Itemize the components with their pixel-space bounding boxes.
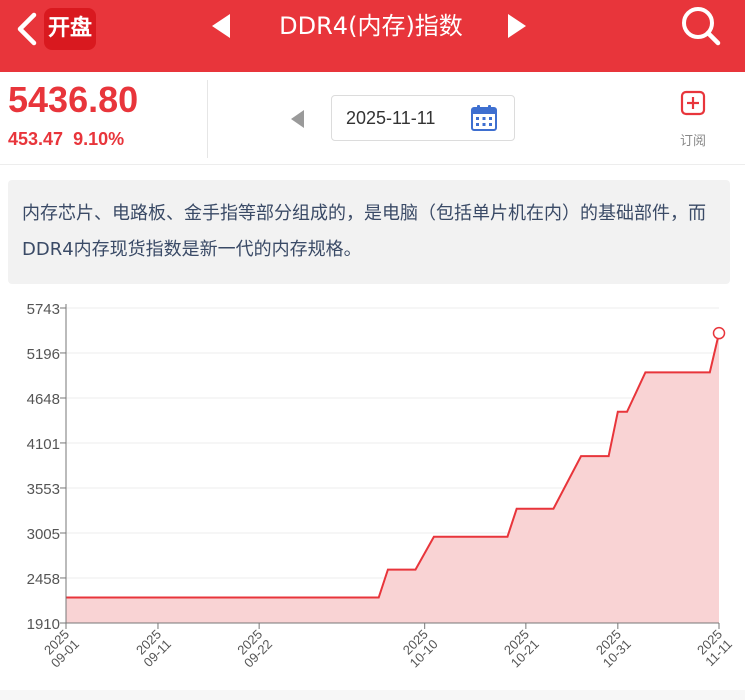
x-tick-label: 202509-01 bbox=[41, 627, 82, 671]
app-logo: 开盘 bbox=[44, 8, 96, 50]
plus-box-icon bbox=[680, 90, 706, 116]
y-tick-label: 3005 bbox=[27, 526, 60, 543]
change-value: 453.47 bbox=[8, 129, 64, 149]
back-chevron-icon bbox=[17, 12, 37, 46]
x-tick-label: 202510-31 bbox=[593, 627, 634, 671]
x-tick-label: 202510-10 bbox=[400, 627, 441, 671]
subscribe-label: 订阅 bbox=[679, 134, 706, 149]
x-tick-label: 202510-21 bbox=[501, 627, 542, 671]
calendar-icon bbox=[471, 105, 497, 131]
y-tick-label: 5743 bbox=[27, 301, 60, 318]
y-tick-label: 2458 bbox=[27, 571, 60, 588]
change-percent: 9.10% bbox=[73, 129, 125, 149]
bottom-strip bbox=[0, 690, 745, 700]
y-tick-label: 4101 bbox=[27, 436, 60, 453]
y-tick-label: 5196 bbox=[27, 346, 60, 363]
index-description: 内存芯片、电路板、金手指等部分组成的，是电脑（包括单片机在内）的基础部件，而DD… bbox=[8, 180, 730, 284]
x-tick-label: 202509-11 bbox=[133, 627, 174, 670]
next-index-button[interactable] bbox=[504, 12, 530, 40]
prev-index-button[interactable] bbox=[208, 12, 234, 40]
subscribe-button[interactable]: 订阅 bbox=[668, 88, 718, 154]
last-point-marker bbox=[712, 326, 726, 340]
series-area bbox=[66, 333, 719, 623]
divider bbox=[0, 164, 745, 165]
page-title: DDR4(内存)指数 bbox=[279, 12, 463, 40]
price-change: 453.47 9.10% bbox=[8, 128, 134, 150]
y-tick-label: 1910 bbox=[27, 616, 60, 633]
date-value: 2025-11-11 bbox=[346, 108, 436, 128]
prev-date-button[interactable] bbox=[288, 108, 308, 130]
y-tick-label: 3553 bbox=[27, 481, 60, 498]
x-tick-label: 202511-11 bbox=[694, 627, 735, 670]
x-tick-label: 202509-22 bbox=[234, 627, 275, 671]
top-nav-bar: 开盘 DDR4(内存)指数 bbox=[0, 0, 745, 72]
date-picker[interactable]: 2025-11-11 bbox=[331, 95, 515, 141]
index-chart: 5743 5196 4648 4101 3553 3005 2458 1910202509-0… bbox=[27, 301, 735, 671]
divider bbox=[207, 80, 208, 158]
y-tick-label: 4648 bbox=[27, 391, 60, 408]
back-button[interactable]: 开盘 bbox=[6, 6, 96, 52]
search-icon[interactable] bbox=[676, 2, 724, 50]
index-price: 5436.80 bbox=[8, 79, 139, 120]
